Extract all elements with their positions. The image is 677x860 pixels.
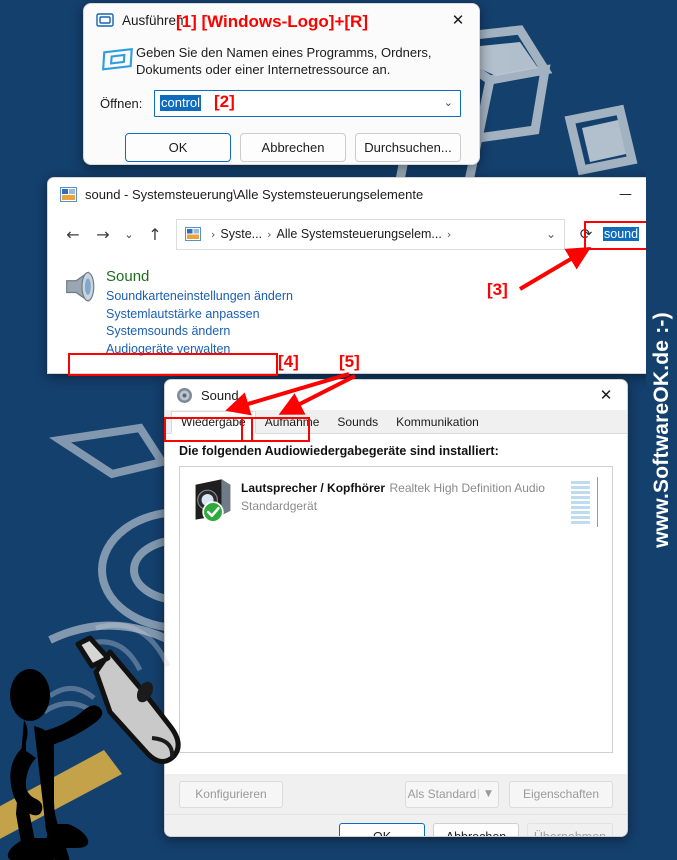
run-open-row: Öffnen: control ⌄ — [100, 89, 461, 117]
tab-wiedergabe[interactable]: Wiedergabe — [171, 411, 256, 434]
device-list-caption: Die folgenden Audiowiedergabegeräte sind… — [179, 444, 499, 458]
run-dialog-body: Geben Sie den Namen eines Programms, Ord… — [84, 36, 479, 162]
result-link-sound-settings[interactable]: Soundkarteneinstellungen ändern — [106, 288, 293, 306]
run-dialog-title: Ausführen — [122, 12, 184, 28]
control-panel-title: sound - Systemsteuerung\Alle Systemsteue… — [85, 187, 424, 202]
watermark-side-text: www.SoftwareOK.de :-) — [650, 312, 674, 548]
run-app-icon — [100, 40, 136, 79]
breadcrumb-separator: › — [267, 227, 272, 241]
device-list[interactable]: Lautsprecher / Kopfhörer Realtek High De… — [179, 466, 613, 753]
control-panel-navbar: ← → ⌄ ↑ › Syste... › Alle Systemsteuerun… — [48, 211, 677, 257]
close-icon[interactable]: ✕ — [585, 380, 627, 411]
sound-icon — [176, 387, 193, 404]
control-panel-icon — [60, 187, 77, 202]
result-link-system-volume[interactable]: Systemlautstärke anpassen — [106, 306, 260, 324]
breadcrumb-item-1[interactable]: Syste... — [220, 227, 262, 241]
minimize-icon[interactable]: — — [603, 178, 648, 211]
run-dialog-description: Geben Sie den Namen eines Programms, Ord… — [136, 45, 432, 77]
address-bar[interactable]: › Syste... › Alle Systemsteuerungselem..… — [176, 218, 565, 250]
address-bar-right: ⌄ — [538, 220, 564, 248]
run-window-icon — [96, 12, 114, 28]
control-panel-result: Sound Soundkarteneinstellungen ändern Sy… — [102, 267, 293, 358]
speaker-device-icon — [189, 476, 237, 529]
volume-meter — [571, 481, 590, 524]
control-panel-titlebar: sound - Systemsteuerung\Alle Systemsteue… — [48, 178, 677, 211]
sound-dialog-titlebar: Sound ✕ — [165, 380, 627, 410]
ok-button[interactable]: OK — [125, 132, 231, 162]
sound-dialog-title: Sound — [201, 387, 239, 403]
back-icon[interactable]: ← — [58, 219, 88, 249]
run-dialog-buttons: OK Abbrechen Durchsuchen... — [100, 132, 461, 162]
properties-button[interactable]: Eigenschaften — [509, 780, 613, 808]
apply-button: Übernehmen — [527, 823, 613, 836]
chevron-down-icon[interactable]: ⌄ — [444, 96, 453, 109]
breadcrumb-separator: › — [211, 227, 216, 241]
chevron-down-icon[interactable]: ▼ — [478, 789, 498, 799]
breadcrumb-separator: › — [446, 227, 452, 241]
history-dropdown-icon[interactable]: ⌄ — [118, 219, 140, 249]
up-icon[interactable]: ↑ — [140, 219, 170, 249]
tab-aufnahme[interactable]: Aufnahme — [256, 412, 329, 433]
close-icon[interactable]: ✕ — [437, 4, 479, 36]
run-dialog-titlebar: Ausführen ✕ — [84, 4, 479, 36]
device-status: Standardgerät — [241, 499, 318, 513]
device-name: Lautsprecher / Kopfhörer — [241, 481, 386, 495]
search-value: sound — [603, 227, 640, 241]
cancel-button[interactable]: Abbrechen — [240, 132, 346, 162]
control-panel-window: sound - Systemsteuerung\Alle Systemsteue… — [47, 177, 677, 374]
forward-icon[interactable]: → — [88, 219, 118, 249]
set-default-label: Als Standard — [407, 787, 477, 801]
ok-button[interactable]: OK — [339, 823, 425, 836]
browse-button[interactable]: Durchsuchen... — [355, 132, 461, 162]
speaker-icon — [62, 267, 102, 358]
result-link-manage-audio-devices[interactable]: Audiogeräte verwalten — [106, 341, 230, 359]
tab-sounds[interactable]: Sounds — [328, 412, 387, 433]
side-banner-text-wrap: www.SoftwareOK.de :-) — [646, 0, 677, 860]
sound-dialog-tabs: Wiedergabe Aufnahme Sounds Kommunikation — [165, 410, 627, 434]
run-dialog-window: Ausführen ✕ Geben Sie den Namen eines Pr… — [83, 3, 480, 165]
result-heading: Sound — [106, 268, 150, 285]
device-info: Lautsprecher / Kopfhörer Realtek High De… — [237, 476, 612, 529]
screenshot-root: Ausführen ✕ Geben Sie den Namen eines Pr… — [0, 0, 677, 860]
run-open-label: Öffnen: — [100, 95, 143, 111]
volume-meter-divider — [597, 477, 598, 527]
refresh-icon[interactable]: ⟳ — [571, 220, 601, 249]
control-panel-content: Sound Soundkarteneinstellungen ändern Sy… — [48, 257, 677, 358]
run-open-value: control — [160, 95, 202, 112]
sound-dialog-window: Sound ✕ Wiedergabe Aufnahme Sounds Kommu… — [164, 379, 628, 837]
tab-kommunikation[interactable]: Kommunikation — [387, 412, 488, 433]
sound-dialog-body: Die folgenden Audiowiedergabegeräte sind… — [165, 434, 627, 774]
breadcrumb-item-2[interactable]: Alle Systemsteuerungselem... — [277, 227, 442, 241]
chevron-down-icon[interactable]: ⌄ — [538, 220, 564, 248]
result-link-system-sounds[interactable]: Systemsounds ändern — [106, 323, 230, 341]
run-description-row: Geben Sie den Namen eines Programms, Ord… — [100, 40, 461, 79]
run-open-input[interactable]: control ⌄ — [154, 89, 461, 117]
configure-button[interactable]: Konfigurieren — [179, 780, 283, 808]
set-default-button[interactable]: Als Standard ▼ — [405, 780, 499, 808]
sound-dialog-footer: OK Abbrechen Übernehmen — [165, 814, 627, 836]
list-item[interactable]: Lautsprecher / Kopfhörer Realtek High De… — [180, 467, 612, 529]
cancel-button[interactable]: Abbrechen — [433, 823, 519, 836]
sound-dialog-actions: Konfigurieren Als Standard ▼ Eigenschaft… — [165, 774, 627, 814]
device-driver: Realtek High Definition Audio — [389, 481, 545, 495]
control-panel-icon — [185, 227, 201, 241]
